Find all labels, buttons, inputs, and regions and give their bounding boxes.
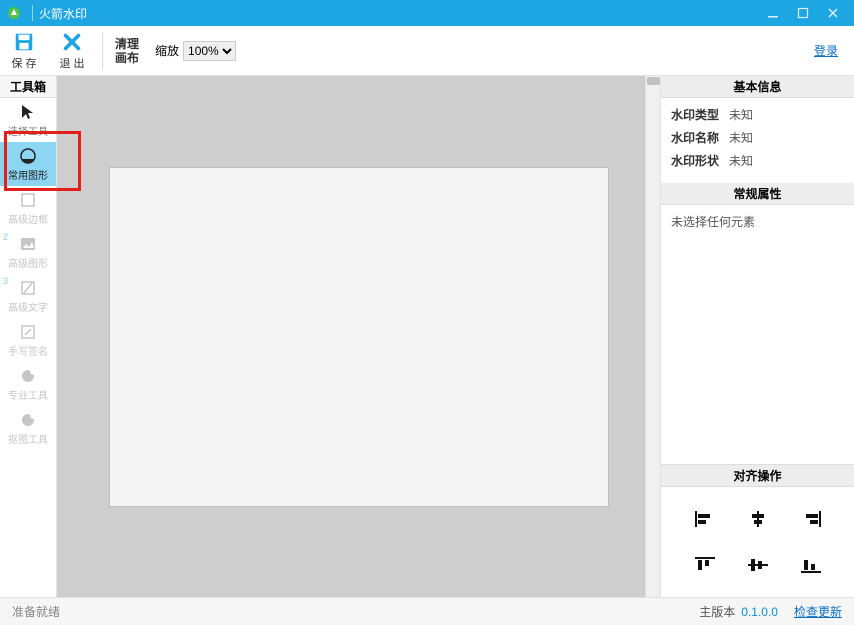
prop-label: 水印类型 <box>671 106 729 123</box>
tool-label: 手写签名 <box>8 343 48 358</box>
titlebar: 火箭水印 <box>0 0 854 26</box>
status-ready: 准备就绪 <box>12 603 60 620</box>
prop-row-name: 水印名称 未知 <box>671 129 844 146</box>
clear-line2: 画布 <box>115 51 139 65</box>
tool-label: 常用图形 <box>8 167 48 182</box>
align-section: 对齐操作 <box>661 464 854 597</box>
tool-cutout[interactable]: 抠图工具 <box>0 406 56 450</box>
align-center-h-button[interactable] <box>734 499 781 539</box>
app-title: 火箭水印 <box>39 5 87 22</box>
circle-icon <box>19 147 37 165</box>
palette-icon <box>19 367 37 385</box>
tool-advanced-border[interactable]: 高级边框 <box>0 186 56 230</box>
save-icon <box>13 31 35 53</box>
palette-icon <box>19 411 37 429</box>
prop-value: 未知 <box>729 152 753 169</box>
main-toolbar: 保 存 退 出 清理 画布 缩放 100% 登录 <box>0 26 854 76</box>
exit-label: 退 出 <box>59 55 84 71</box>
tool-label: 抠图工具 <box>8 431 48 446</box>
clear-canvas-button[interactable]: 清理 画布 <box>109 37 145 65</box>
mainver-value: 0.1.0.0 <box>741 605 778 619</box>
tool-label: 选择工具 <box>8 123 48 138</box>
tool-label: 高级文字 <box>8 299 48 314</box>
check-update-link[interactable]: 检查更新 <box>794 603 842 620</box>
save-button[interactable]: 保 存 <box>0 26 48 76</box>
prop-row-shape: 水印形状 未知 <box>671 152 844 169</box>
align-header: 对齐操作 <box>661 465 854 487</box>
vertical-scrollbar[interactable] <box>645 76 660 597</box>
align-top-button[interactable] <box>681 545 728 585</box>
zoom-select[interactable]: 100% <box>183 41 236 61</box>
prop-value: 未知 <box>729 106 753 123</box>
clear-line1: 清理 <box>115 37 139 51</box>
basic-info-section: 水印类型 未知 水印名称 未知 水印形状 未知 <box>661 98 854 183</box>
text-icon <box>19 279 37 297</box>
canvas-area[interactable] <box>57 76 660 597</box>
basic-info-header: 基本信息 <box>661 76 854 98</box>
image-icon <box>19 235 37 253</box>
statusbar: 准备就绪 主版本 0.1.0.0 检查更新 <box>0 597 854 625</box>
canvas[interactable] <box>109 167 609 507</box>
minimize-button[interactable] <box>758 0 788 26</box>
maximize-button[interactable] <box>788 0 818 26</box>
toolbox-header: 工具箱 <box>0 76 56 98</box>
normal-props-section: 未选择任何元素 <box>661 205 854 464</box>
tool-badge: 2 <box>3 232 8 242</box>
prop-label: 水印形状 <box>671 152 729 169</box>
tool-signature[interactable]: 手写签名 <box>0 318 56 362</box>
app-logo-icon <box>6 5 22 21</box>
align-bottom-button[interactable] <box>787 545 834 585</box>
tool-select[interactable]: 选择工具 <box>0 98 56 142</box>
tool-advanced-text[interactable]: 3 高级文字 <box>0 274 56 318</box>
mainver-label: 主版本 <box>699 603 735 620</box>
zoom-control: 缩放 100% <box>155 41 236 61</box>
tool-advanced-shapes[interactable]: 2 高级图形 <box>0 230 56 274</box>
border-icon <box>19 191 37 209</box>
prop-value: 未知 <box>729 129 753 146</box>
tool-label: 高级边框 <box>8 211 48 226</box>
tool-common-shapes[interactable]: 常用图形 <box>0 142 56 186</box>
toolbar-separator <box>102 32 103 70</box>
tool-label: 高级图形 <box>8 255 48 270</box>
properties-panel: 基本信息 水印类型 未知 水印名称 未知 水印形状 未知 常规属性 未选择任何元… <box>660 76 854 597</box>
close-button[interactable] <box>818 0 848 26</box>
tool-professional[interactable]: 专业工具 <box>0 362 56 406</box>
prop-label: 水印名称 <box>671 129 729 146</box>
exit-button[interactable]: 退 出 <box>48 26 96 76</box>
align-center-v-button[interactable] <box>734 545 781 585</box>
cursor-icon <box>19 103 37 121</box>
align-left-button[interactable] <box>681 499 728 539</box>
align-right-button[interactable] <box>787 499 834 539</box>
zoom-label: 缩放 <box>155 42 179 59</box>
tool-badge: 3 <box>3 276 8 286</box>
close-icon <box>61 31 83 53</box>
normal-props-header: 常规属性 <box>661 183 854 205</box>
tool-label: 专业工具 <box>8 387 48 402</box>
empty-selection-text: 未选择任何元素 <box>671 215 755 229</box>
login-link[interactable]: 登录 <box>814 42 838 59</box>
pen-icon <box>19 323 37 341</box>
prop-row-type: 水印类型 未知 <box>671 106 844 123</box>
titlebar-divider <box>32 5 33 21</box>
toolbox-sidebar: 工具箱 选择工具 常用图形 高级边框 2 高级图形 3 高级文字 手写签名 <box>0 76 57 597</box>
save-label: 保 存 <box>11 55 36 71</box>
